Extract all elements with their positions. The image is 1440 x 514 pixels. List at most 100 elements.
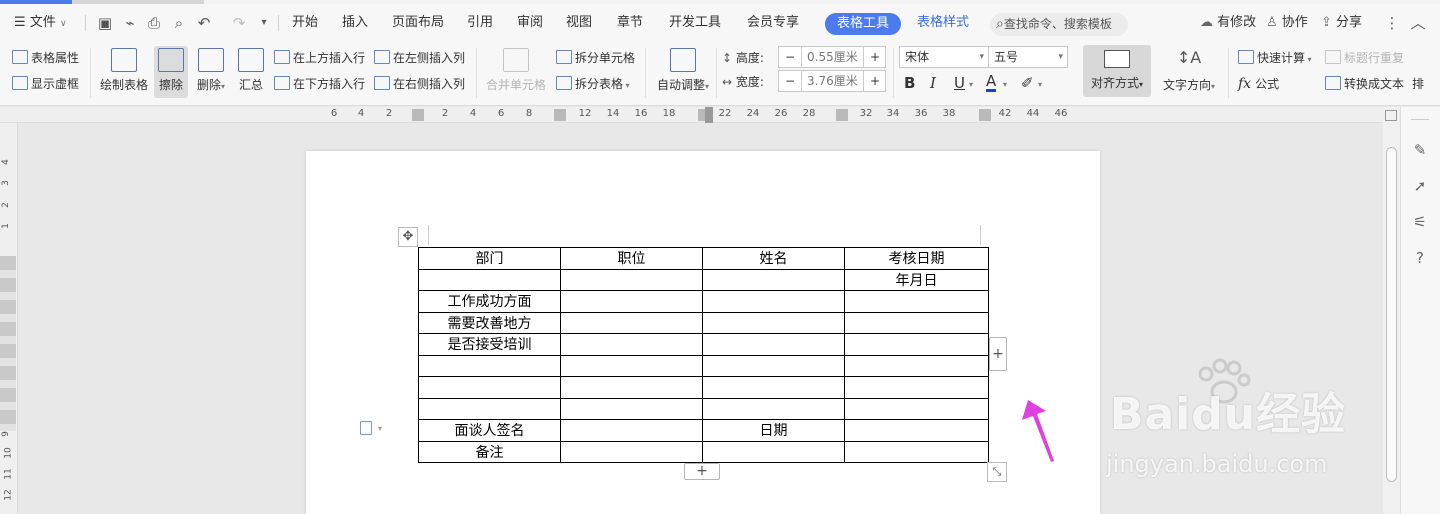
table-cell[interactable]	[560, 268, 703, 291]
delete-button[interactable]: 删除▾	[192, 46, 230, 93]
cursor-select-icon[interactable]: ➚	[1409, 175, 1431, 197]
auto-fit-button[interactable]: 自动调整▾	[654, 46, 712, 93]
table-cell[interactable]	[702, 290, 845, 313]
tab-start[interactable]: 开始	[292, 4, 318, 42]
chevron-down-icon[interactable]: ▾	[1003, 80, 1007, 89]
table-cell[interactable]	[560, 290, 703, 313]
table-cell[interactable]	[844, 376, 989, 399]
split-view-icon[interactable]	[1385, 110, 1397, 121]
vertical-ruler[interactable]: 4 3 2 1 9 10 11 12	[0, 123, 18, 514]
split-cells-button[interactable]: 拆分单元格	[556, 50, 635, 66]
convert-text-button[interactable]: 转换成文本	[1325, 76, 1404, 92]
modified-button[interactable]: ☁ 有修改	[1200, 4, 1256, 42]
table-cell[interactable]: 职位	[560, 247, 703, 270]
draw-table-button[interactable]: 绘制表格	[98, 46, 150, 93]
table-cell[interactable]	[560, 354, 703, 377]
col-width-value[interactable]: 3.76厘米	[807, 71, 858, 91]
share-button[interactable]: ⇪ 分享	[1321, 4, 1362, 42]
table-cell[interactable]	[560, 333, 703, 356]
highlight-icon[interactable]: ✐	[1021, 74, 1034, 92]
font-name-select[interactable]: 宋体 ▾	[899, 46, 989, 68]
ruler-column-marker[interactable]	[836, 109, 848, 121]
summary-button[interactable]: 汇总	[236, 46, 266, 93]
more-options-icon[interactable]: ⋮	[1382, 13, 1402, 33]
row-height-stepper[interactable]: − 0.55厘米 +	[778, 46, 886, 68]
insert-row-above-button[interactable]: 在上方插入行	[274, 50, 365, 66]
bold-button[interactable]: B	[904, 74, 915, 92]
print-preview-icon[interactable]: ⌕	[169, 13, 189, 33]
chevron-down-icon[interactable]: ▾	[378, 424, 382, 433]
table-cell[interactable]	[702, 311, 845, 334]
settings-sliders-icon[interactable]: ⚟	[1409, 211, 1431, 233]
table-cell[interactable]: 需要改善地方	[418, 311, 561, 334]
row-height-value[interactable]: 0.55厘米	[807, 47, 858, 67]
minus-icon[interactable]: −	[785, 47, 795, 67]
merge-cells-button[interactable]: 合并单元格	[484, 46, 548, 93]
tab-table-tools[interactable]: 表格工具	[825, 13, 902, 35]
collapse-ribbon-icon[interactable]: ︿	[1408, 13, 1428, 33]
font-size-select[interactable]: 五号 ▾	[988, 46, 1068, 68]
tab-table-style[interactable]: 表格样式	[917, 4, 969, 42]
search-input[interactable]: ⌕查找命令、搜索模板	[990, 13, 1128, 36]
tab-page-layout[interactable]: 页面布局	[392, 4, 444, 42]
font-color-button[interactable]: A	[986, 74, 997, 92]
table-cell[interactable]: 工作成功方面	[418, 290, 561, 313]
customize-dropdown-icon[interactable]: ▾	[254, 13, 274, 33]
table-cell[interactable]	[702, 268, 845, 291]
insert-row-below-button[interactable]: 在下方插入行	[274, 76, 365, 92]
table-cell[interactable]	[844, 440, 989, 463]
paragraph-options-icon[interactable]	[360, 421, 372, 435]
redo-icon[interactable]: ↷	[229, 13, 249, 33]
table-cell[interactable]	[844, 311, 989, 334]
erase-button[interactable]: 擦除	[154, 46, 188, 98]
tab-review[interactable]: 审阅	[517, 4, 543, 42]
table-cell[interactable]	[418, 397, 561, 420]
split-table-button[interactable]: 拆分表格 ▾	[556, 76, 630, 94]
print-icon[interactable]: ⎙	[144, 13, 164, 33]
table-cell[interactable]: 备注	[418, 440, 561, 463]
table-properties-button[interactable]: 表格属性	[12, 50, 79, 66]
table-cell[interactable]	[418, 376, 561, 399]
underline-button[interactable]: U	[954, 74, 965, 92]
table-cell[interactable]	[844, 333, 989, 356]
minus-icon[interactable]: −	[785, 71, 795, 91]
ruler-column-marker[interactable]	[554, 109, 566, 121]
repeat-header-button[interactable]: 标题行重复	[1325, 50, 1404, 66]
quick-calc-button[interactable]: 快速计算 ▾	[1238, 50, 1312, 68]
save-icon[interactable]: ▣	[95, 13, 115, 33]
table-cell[interactable]: 日期	[702, 419, 845, 442]
help-icon[interactable]: ?	[1409, 247, 1431, 269]
show-gridlines-button[interactable]: 显示虚框	[12, 76, 79, 92]
scrollbar-thumb[interactable]	[1386, 147, 1397, 482]
italic-button[interactable]: I	[930, 74, 936, 92]
table-cell[interactable]	[702, 333, 845, 356]
undo-icon[interactable]: ↶	[194, 13, 214, 33]
table-move-handle-icon[interactable]: ✥	[398, 227, 418, 247]
table-cell[interactable]	[844, 354, 989, 377]
table-cell[interactable]	[844, 290, 989, 313]
table-cell[interactable]	[844, 397, 989, 420]
chevron-down-icon[interactable]: ▾	[1038, 80, 1042, 89]
text-direction-button[interactable]: ↕A 文字方向▾	[1158, 46, 1220, 93]
add-column-button[interactable]: +	[989, 337, 1007, 371]
vertical-scrollbar[interactable]	[1383, 107, 1400, 514]
table-cell[interactable]	[560, 440, 703, 463]
table-cell[interactable]	[418, 268, 561, 291]
tab-chapter[interactable]: 章节	[617, 4, 643, 42]
formula-button[interactable]: fx 公式	[1238, 76, 1279, 92]
table-cell[interactable]	[560, 311, 703, 334]
plus-icon[interactable]: +	[870, 71, 880, 91]
ruler-indent-marker[interactable]	[705, 107, 713, 123]
tab-references[interactable]: 引用	[467, 4, 493, 42]
tab-developer[interactable]: 开发工具	[669, 4, 721, 42]
table-cell[interactable]	[560, 397, 703, 420]
evaluation-table[interactable]: 部门 职位 姓名 考核日期 年月日 工作成功方面 需要改善地方 是否接受培训 面谈人签…	[418, 247, 989, 463]
table-cell[interactable]	[560, 419, 703, 442]
tab-insert[interactable]: 插入	[342, 4, 368, 42]
table-cell[interactable]	[702, 354, 845, 377]
table-cell[interactable]	[702, 376, 845, 399]
table-resize-icon[interactable]: ⤡	[987, 462, 1007, 482]
table-cell[interactable]: 面谈人签名	[418, 419, 561, 442]
file-menu[interactable]: ☰ 文件 ∨	[14, 4, 67, 42]
plus-icon[interactable]: +	[870, 47, 880, 67]
